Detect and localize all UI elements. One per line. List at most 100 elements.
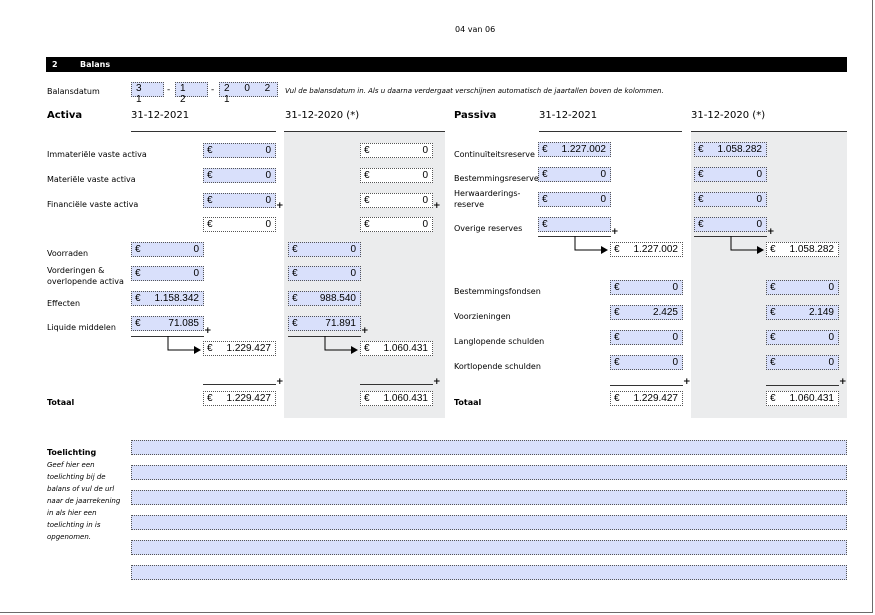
amount-input[interactable]: €0 — [288, 266, 361, 281]
euro-sign: € — [698, 219, 704, 230]
amount-value: 0 — [672, 332, 678, 343]
toelichting-line-1[interactable] — [131, 440, 847, 455]
balansdatum-hint: Vul de balansdatum in. Als u daarna verd… — [285, 87, 664, 95]
amount-value: 0 — [828, 332, 834, 343]
amount-input[interactable]: €0 — [360, 168, 433, 183]
amount-value: 1.060.431 — [789, 393, 835, 404]
plus-icon: + — [683, 377, 691, 387]
divider — [610, 385, 683, 386]
toelichting-line-5[interactable] — [131, 540, 847, 555]
divider — [691, 131, 847, 132]
plus-icon: + — [767, 227, 775, 237]
amount-input[interactable]: €0 — [694, 217, 767, 232]
euro-sign: € — [207, 219, 213, 230]
euro-sign: € — [364, 170, 370, 181]
plus-icon: + — [839, 377, 847, 387]
amount-input[interactable]: €71.891 — [288, 316, 361, 331]
amount-input[interactable]: €0 — [203, 143, 276, 158]
amount-value: 0 — [756, 169, 762, 180]
euro-sign: € — [542, 194, 548, 205]
amount-input[interactable]: €0 — [203, 168, 276, 183]
toelichting-line-4[interactable] — [131, 515, 847, 530]
amount-value: 0 — [600, 194, 606, 205]
total-label: Totaal — [454, 398, 482, 407]
row-label: Effecten — [47, 299, 81, 308]
amount-value: 0 — [672, 282, 678, 293]
plus-icon: + — [276, 201, 284, 211]
form-page: 04 van 06 2 Balans Balansdatum 3 1 - 1 2… — [0, 0, 873, 613]
amount-value: 0 — [265, 170, 271, 181]
amount-input[interactable]: €0 — [131, 266, 204, 281]
arrow-right-icon — [730, 236, 764, 254]
amount-input[interactable]: €0 — [694, 167, 767, 182]
amount-input[interactable]: €1.058.282 — [694, 142, 767, 157]
amount-input[interactable]: €2.149 — [766, 305, 839, 320]
euro-sign: € — [135, 293, 141, 304]
amount-input[interactable]: €0 — [538, 192, 611, 207]
year-input[interactable]: 2 0 2 1 — [219, 82, 278, 105]
euro-sign: € — [135, 268, 141, 279]
amount-input[interactable]: €0 — [360, 193, 433, 208]
amount-input[interactable]: €0 — [360, 143, 433, 158]
amount-input[interactable]: €1.227.002 — [538, 142, 611, 157]
month-input[interactable]: 1 2 — [175, 82, 208, 105]
divider — [131, 131, 276, 132]
row-label: Herwaarderings-reserve — [454, 189, 521, 209]
amount-input[interactable]: €0 — [694, 192, 767, 207]
amount-value: 71.085 — [168, 318, 199, 329]
euro-sign: € — [698, 144, 704, 155]
euro-sign: € — [542, 169, 548, 180]
amount-value: 0 — [756, 219, 762, 230]
euro-sign: € — [614, 244, 620, 255]
amount-value: 1.060.431 — [383, 393, 429, 404]
amount-input[interactable]: €988.540 — [288, 291, 361, 306]
activa-title: Activa — [47, 110, 83, 121]
total-label: Totaal — [47, 398, 75, 407]
euro-sign: € — [614, 307, 620, 318]
amount-value: 0 — [422, 145, 428, 156]
passiva-title: Passiva — [454, 110, 497, 121]
amount-input[interactable]: €0 — [610, 280, 683, 295]
amount-input[interactable]: €0 — [766, 355, 839, 370]
plus-icon: + — [276, 377, 284, 387]
total-field: €1.229.427 — [203, 391, 276, 406]
subtotal-field: €1.227.002 — [610, 242, 683, 257]
amount-value: 1.229.427 — [226, 343, 272, 354]
amount-input[interactable]: €71.085 — [131, 316, 204, 331]
euro-sign: € — [292, 268, 298, 279]
amount-input[interactable]: €0 — [203, 193, 276, 208]
amount-value: 1.227.002 — [561, 144, 607, 155]
plus-icon: + — [361, 326, 369, 336]
amount-input[interactable]: €0 — [766, 280, 839, 295]
amount-input[interactable]: €2.425 — [610, 305, 683, 320]
toelichting-line-2[interactable] — [131, 465, 847, 480]
amount-input[interactable]: €0 — [610, 330, 683, 345]
amount-input[interactable]: €0 — [610, 355, 683, 370]
toelichting-line-3[interactable] — [131, 490, 847, 505]
row-label: Immateriële vaste activa — [47, 150, 147, 159]
amount-value: 1.227.002 — [633, 244, 679, 255]
amount-input[interactable]: €0 — [766, 330, 839, 345]
amount-input[interactable]: € — [538, 217, 611, 232]
euro-sign: € — [135, 244, 141, 255]
toelichting-line-6[interactable] — [131, 565, 847, 580]
euro-sign: € — [207, 145, 213, 156]
divider — [360, 384, 433, 385]
amount-input[interactable]: €0 — [538, 167, 611, 182]
euro-sign: € — [207, 393, 213, 404]
row-label: Langlopende schulden — [454, 337, 545, 346]
euro-sign: € — [770, 332, 776, 343]
toelichting-label: Toelichting — [47, 448, 97, 457]
amount-input[interactable]: €0 — [131, 242, 204, 257]
euro-sign: € — [292, 318, 298, 329]
row-label: Financiële vaste activa — [47, 200, 139, 209]
amount-value: 0 — [422, 170, 428, 181]
euro-sign: € — [207, 343, 213, 354]
passiva-col-previous: 31-12-2020 (*) — [691, 110, 766, 121]
amount-value: 0 — [756, 194, 762, 205]
day-input[interactable]: 3 1 — [131, 82, 164, 105]
amount-value: 0 — [193, 268, 199, 279]
amount-input[interactable]: €1.158.342 — [131, 291, 204, 306]
amount-input[interactable]: €0 — [288, 242, 361, 257]
amount-value: 1.158.342 — [154, 293, 200, 304]
